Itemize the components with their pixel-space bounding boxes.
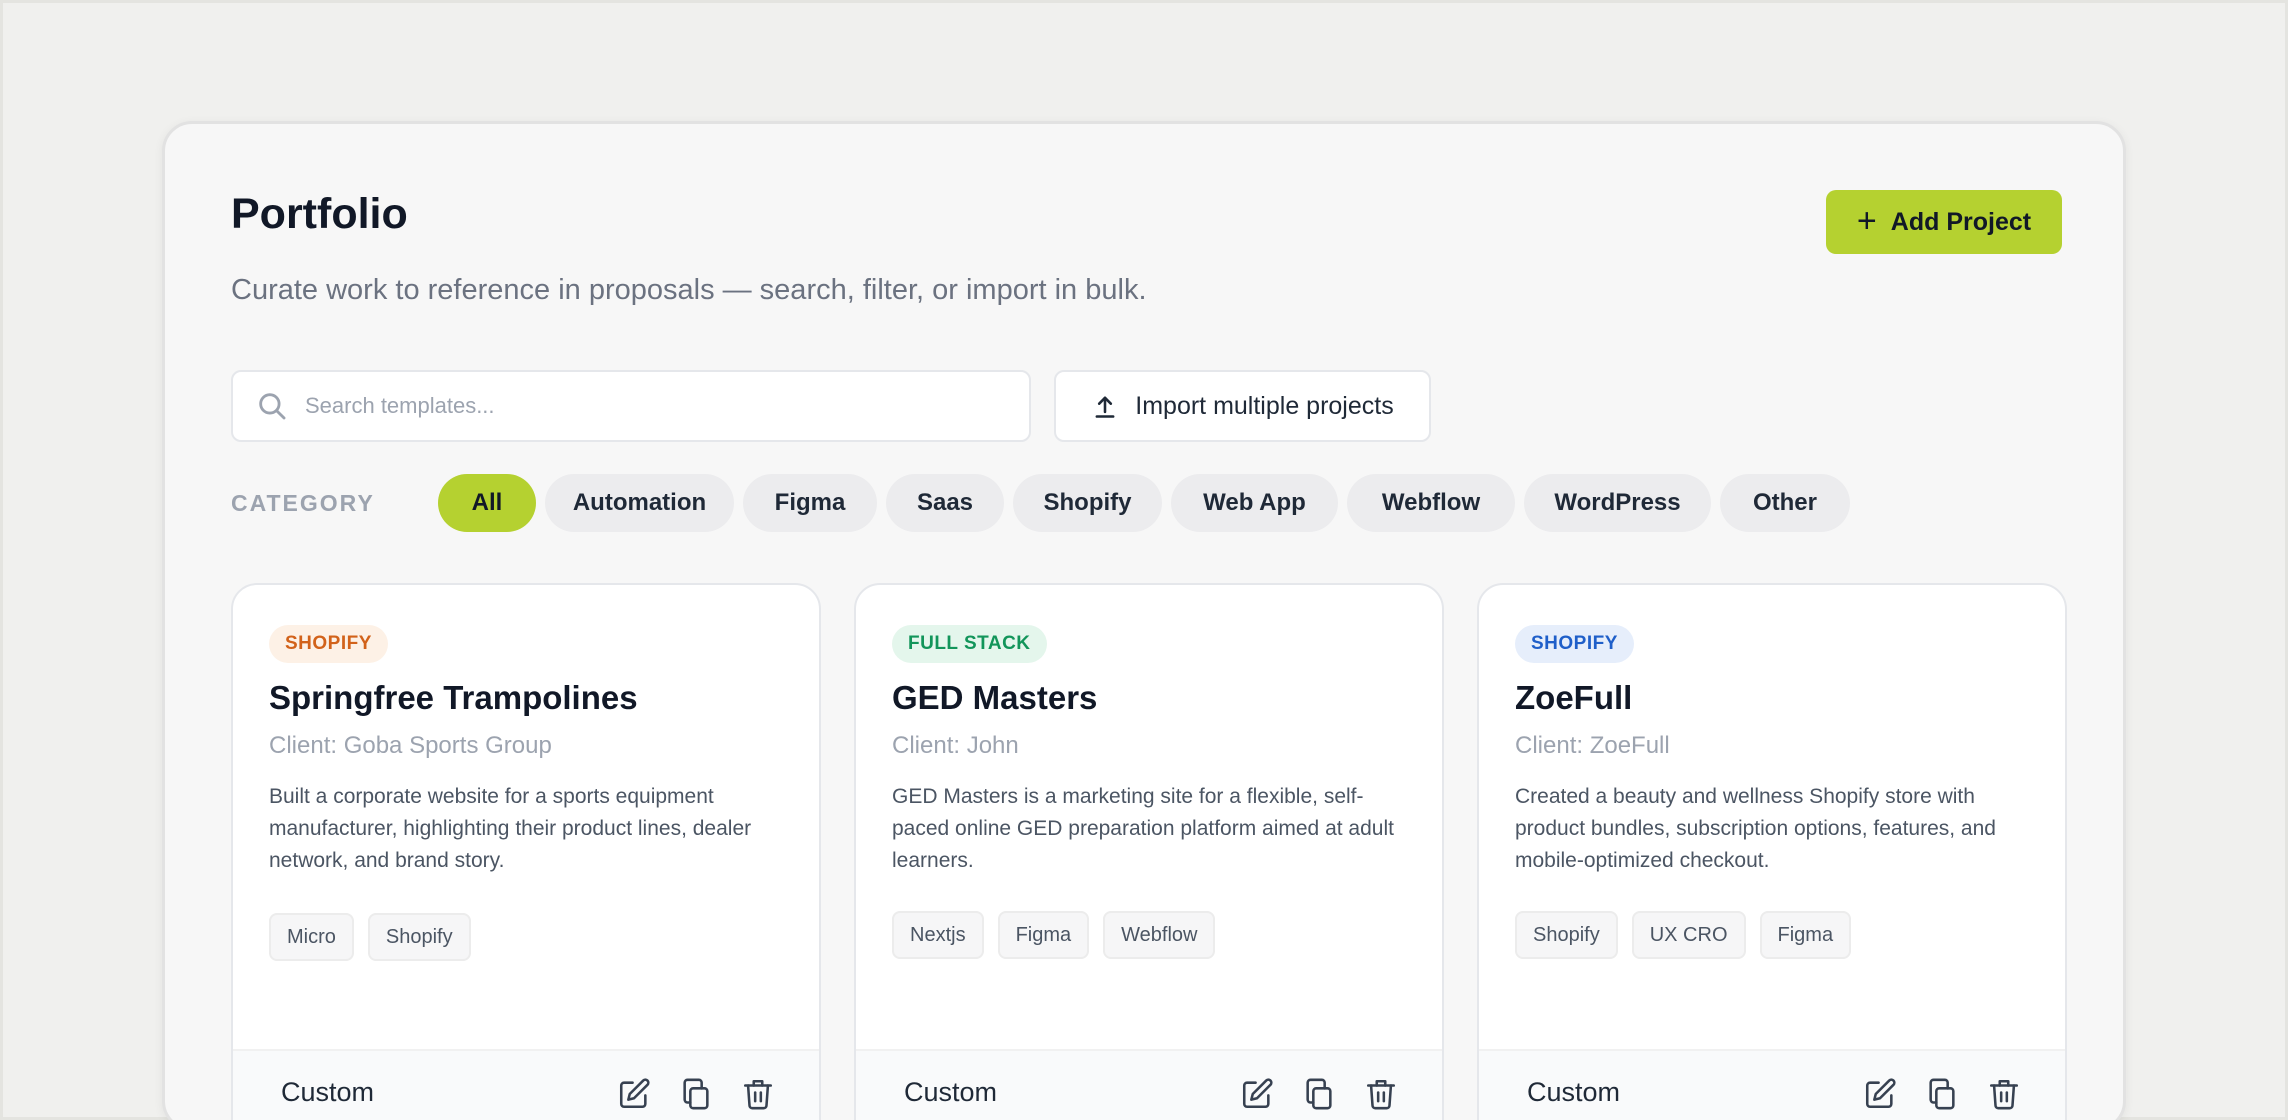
- trash-icon[interactable]: [1987, 1077, 2021, 1111]
- project-card[interactable]: SHOPIFY ZoeFull Client: ZoeFull Created …: [1477, 583, 2067, 1120]
- project-title: Springfree Trampolines: [269, 679, 638, 716]
- project-title: GED Masters: [892, 679, 1098, 716]
- filter-chip-other[interactable]: Other: [1720, 474, 1850, 532]
- project-description: Built a corporate website for a sports e…: [269, 785, 752, 872]
- upload-icon: [1095, 396, 1115, 418]
- portfolio-panel: Portfolio Curate work to reference in pr…: [162, 121, 2126, 1120]
- filter-chip-saas[interactable]: Saas: [886, 474, 1004, 532]
- page-title: Portfolio: [231, 190, 408, 238]
- filter-chip-shopify[interactable]: Shopify: [1013, 474, 1162, 532]
- edit-icon[interactable]: [617, 1077, 651, 1111]
- filter-chip-automation[interactable]: Automation: [545, 474, 734, 532]
- search-box: [231, 370, 1031, 442]
- footer-label: Custom: [281, 1077, 375, 1107]
- category-badge: FULL STACK: [892, 625, 1047, 663]
- edit-icon[interactable]: [1863, 1077, 1897, 1111]
- edit-icon[interactable]: [1240, 1077, 1274, 1111]
- footer-label: Custom: [904, 1077, 998, 1107]
- tag: UX CRO: [1631, 911, 1746, 959]
- tag-list: Micro Shopify: [269, 913, 471, 961]
- tag: Shopify: [367, 913, 471, 961]
- search-input[interactable]: [305, 393, 1005, 419]
- project-card[interactable]: SHOPIFY Springfree Trampolines Client: G…: [231, 583, 821, 1120]
- footer-label: Custom: [1527, 1077, 1621, 1107]
- project-description: Created a beauty and wellness Shopify st…: [1515, 785, 1996, 872]
- copy-icon[interactable]: [1302, 1077, 1336, 1111]
- page-subtitle: Curate work to reference in proposals — …: [231, 274, 1147, 306]
- card-footer: Custom: [856, 1049, 1442, 1120]
- filter-chip-web-app[interactable]: Web App: [1171, 474, 1338, 532]
- category-label: CATEGORY: [231, 490, 375, 516]
- filter-chip-figma[interactable]: Figma: [743, 474, 877, 532]
- add-project-label: Add Project: [1890, 207, 2032, 236]
- tag-list: Nextjs Figma Webflow: [892, 911, 1216, 959]
- copy-icon[interactable]: [679, 1077, 713, 1111]
- filter-chip-wordpress[interactable]: WordPress: [1524, 474, 1711, 532]
- plus-icon: +: [1856, 201, 1877, 240]
- filter-chip-all[interactable]: All: [438, 474, 536, 532]
- search-icon: [259, 393, 286, 420]
- project-card[interactable]: FULL STACK GED Masters Client: John GED …: [854, 583, 1444, 1120]
- tag: Webflow: [1103, 911, 1216, 959]
- trash-icon[interactable]: [1364, 1077, 1398, 1111]
- import-projects-button[interactable]: Import multiple projects: [1054, 370, 1431, 442]
- project-description: GED Masters is a marketing site for a fl…: [892, 785, 1394, 872]
- tag: Shopify: [1515, 911, 1618, 959]
- card-footer: Custom: [1479, 1049, 2065, 1120]
- tag: Figma: [1759, 911, 1852, 959]
- project-client: Client: John: [892, 732, 1019, 759]
- copy-icon[interactable]: [1925, 1077, 1959, 1111]
- category-badge: SHOPIFY: [1515, 625, 1634, 663]
- trash-icon[interactable]: [741, 1077, 775, 1111]
- project-client: Client: Goba Sports Group: [269, 732, 552, 759]
- tag: Micro: [269, 913, 354, 961]
- card-footer: Custom: [233, 1049, 819, 1120]
- tag: Nextjs: [892, 911, 984, 959]
- tag-list: Shopify UX CRO Figma: [1515, 911, 1852, 959]
- import-projects-label: Import multiple projects: [1135, 391, 1394, 420]
- filter-chip-webflow[interactable]: Webflow: [1347, 474, 1515, 532]
- category-badge: SHOPIFY: [269, 625, 388, 663]
- tag: Figma: [997, 911, 1090, 959]
- project-title: ZoeFull: [1515, 679, 1633, 716]
- add-project-button[interactable]: + Add Project: [1826, 190, 2062, 254]
- project-client: Client: ZoeFull: [1515, 732, 1670, 759]
